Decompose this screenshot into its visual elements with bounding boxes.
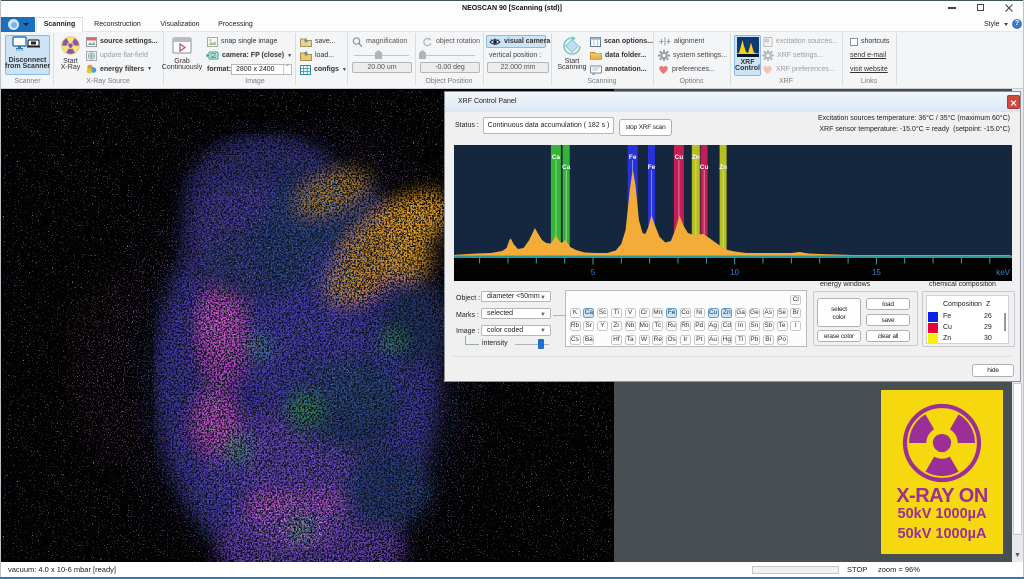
svg-text:Zn: Zn bbox=[692, 154, 700, 161]
svg-text:10: 10 bbox=[730, 268, 739, 277]
svg-text:Ca: Ca bbox=[562, 164, 571, 171]
svg-text:Fe: Fe bbox=[648, 164, 656, 171]
svg-text:Cu: Cu bbox=[675, 154, 684, 161]
svg-text:15: 15 bbox=[872, 268, 881, 277]
svg-text:keV: keV bbox=[996, 268, 1010, 277]
svg-text:Cu: Cu bbox=[700, 164, 709, 171]
svg-text:Ca: Ca bbox=[552, 154, 561, 161]
svg-text:5: 5 bbox=[591, 268, 596, 277]
svg-text:Fe: Fe bbox=[629, 154, 637, 161]
svg-text:Zn: Zn bbox=[719, 164, 727, 171]
